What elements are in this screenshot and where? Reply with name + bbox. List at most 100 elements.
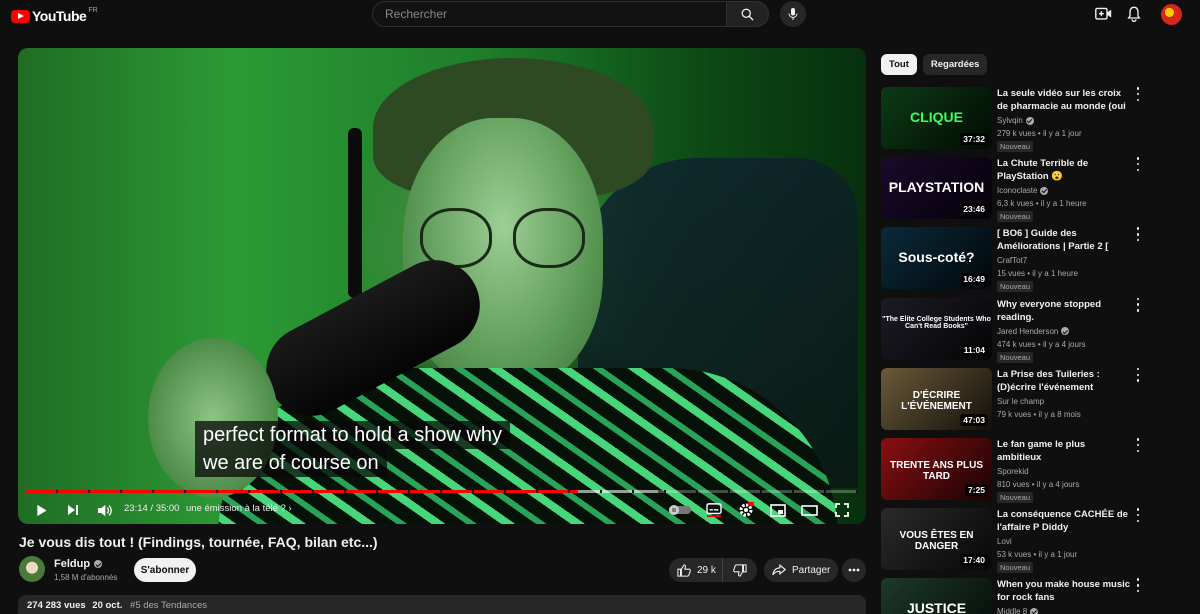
- recommendation-item[interactable]: D'ÉCRIRE L'ÉVÉNEMENT 47:03 La Prise des Tu…: [881, 367, 1191, 432]
- video-duration: 17:40: [960, 554, 988, 567]
- thumbnail-text: CLIQUE: [910, 109, 963, 125]
- captions: perfect format to hold a show why we are…: [195, 421, 511, 477]
- search-button[interactable]: [727, 1, 769, 27]
- video-frame-glasses: [513, 208, 585, 268]
- subscribe-button[interactable]: S'abonner: [134, 558, 196, 582]
- next-button[interactable]: [63, 500, 83, 520]
- settings-button[interactable]: [736, 500, 756, 520]
- microphone-icon: [788, 8, 798, 20]
- share-label: Partager: [792, 564, 831, 576]
- more-horizontal-icon: [848, 568, 860, 572]
- video-thumbnail[interactable]: "The Elite College Students Who Can't Re…: [881, 297, 992, 360]
- volume-button[interactable]: [94, 500, 114, 520]
- chapter-markers: [26, 490, 858, 493]
- recommendation-item[interactable]: Sous-coté? 16:49 [ BO6 ] Guide des Amélior…: [881, 227, 1191, 293]
- video-thumbnail[interactable]: Sous-coté? 16:49: [881, 227, 992, 290]
- search-input[interactable]: [385, 7, 727, 21]
- recommendation-title[interactable]: La conséquence CACHÉE de l'affaire P Did…: [997, 508, 1132, 534]
- recommendation-channel[interactable]: Lovi: [997, 537, 1012, 546]
- recommendation-channel[interactable]: Jared Henderson: [997, 327, 1070, 336]
- recommendation-title[interactable]: [ BO6 ] Guide des Améliorations | Partie…: [997, 227, 1132, 253]
- fullscreen-button[interactable]: [832, 500, 852, 520]
- filter-chips: Tout Regardées: [881, 54, 988, 75]
- thumbnail-text: Sous-coté?: [898, 249, 975, 266]
- recommendation-title[interactable]: La seule vidéo sur les croix de pharmaci…: [997, 87, 1132, 113]
- video-thumbnail[interactable]: D'ÉCRIRE L'ÉVÉNEMENT 47:03: [881, 367, 992, 430]
- video-thumbnail[interactable]: TRENTE ANS PLUS TARD 7:25: [881, 438, 992, 500]
- recommendation-title[interactable]: Le fan game le plus ambitieux: [997, 438, 1132, 464]
- upload-date: 20 oct.: [92, 600, 123, 611]
- subtitles-button[interactable]: [704, 500, 724, 520]
- video-thumbnail[interactable]: CLIQUE 37:32: [881, 87, 992, 149]
- recommendation-title[interactable]: When you make house music for rock fans: [997, 578, 1132, 604]
- recommendation-meta: 474 k vues • il y a 4 jours: [997, 339, 1086, 349]
- recommendation-channel[interactable]: Sporekid: [997, 467, 1029, 476]
- account-avatar[interactable]: [1161, 4, 1182, 25]
- recommendation-item[interactable]: CLIQUE 37:32 La seule vidéo sur les croix …: [881, 87, 1191, 152]
- trending-tag[interactable]: #5 des Tendances: [130, 600, 207, 611]
- channel-name-text: Sylvqin: [997, 116, 1023, 125]
- thumbs-down-icon: [733, 563, 747, 577]
- more-vertical-icon[interactable]: [1134, 438, 1142, 452]
- video-player[interactable]: perfect format to hold a show why we are…: [18, 48, 866, 524]
- progress-bar[interactable]: [26, 490, 858, 493]
- verified-icon: [94, 560, 103, 568]
- recommendation-channel[interactable]: Sylvqin: [997, 116, 1034, 125]
- recommendation-channel[interactable]: Sur le champ: [997, 397, 1044, 406]
- channel-name-text: Sur le champ: [997, 396, 1045, 406]
- search-box[interactable]: [372, 1, 728, 27]
- recommendation-meta: 810 vues • il y a 4 jours: [997, 480, 1080, 489]
- channel-avatar[interactable]: [19, 556, 45, 582]
- theater-mode-button[interactable]: [799, 500, 819, 520]
- video-title: Je vous dis tout ! (Findings, tournée, F…: [19, 534, 378, 550]
- new-badge: Nouveau: [997, 492, 1034, 503]
- chip-all[interactable]: Tout: [881, 54, 917, 75]
- like-count: 29 k: [697, 564, 716, 576]
- recommendation-meta: 15 vues • il y a 1 heure: [997, 269, 1079, 279]
- video-thumbnail[interactable]: VOUS ÊTES EN DANGER 17:40: [881, 508, 992, 571]
- autoplay-toggle[interactable]: [669, 500, 691, 520]
- miniplayer-button[interactable]: [768, 500, 788, 520]
- create-button[interactable]: [1094, 5, 1112, 23]
- recommendation-item[interactable]: TRENTE ANS PLUS TARD 7:25 Le fan game le p…: [881, 438, 1191, 503]
- like-button[interactable]: 29 k: [669, 558, 723, 582]
- more-vertical-icon[interactable]: [1134, 297, 1142, 312]
- recommendation-title[interactable]: La Chute Terrible de PlayStation 😮: [997, 157, 1132, 183]
- video-thumbnail[interactable]: JUSTICE: [881, 578, 992, 614]
- channel-name[interactable]: Feldup: [54, 558, 103, 570]
- more-vertical-icon[interactable]: [1134, 87, 1142, 101]
- recommendation-item[interactable]: VOUS ÊTES EN DANGER 17:40 La conséquence C…: [881, 508, 1191, 574]
- recommendation-title[interactable]: Why everyone stopped reading.: [997, 298, 1132, 324]
- description-box[interactable]: 274 283 vues 20 oct. #5 des Tendances: [18, 595, 866, 614]
- share-button[interactable]: Partager: [764, 558, 838, 582]
- recommendation-channel[interactable]: Middle 8: [997, 607, 1039, 614]
- recommendation-item[interactable]: JUSTICE When you make house music for roc…: [881, 578, 1191, 614]
- dislike-button[interactable]: [723, 558, 757, 582]
- youtube-logo[interactable]: YouTube FR: [11, 7, 98, 24]
- logo-text: YouTube: [32, 8, 87, 24]
- chip-watched[interactable]: Regardées: [922, 54, 988, 75]
- fullscreen-icon: [835, 503, 849, 517]
- recommendation-title[interactable]: La Prise des Tuileries : (D)écrire l'évé…: [997, 368, 1132, 394]
- recommendation-item[interactable]: "The Elite College Students Who Can't Re…: [881, 297, 1191, 363]
- recommendation-item[interactable]: PLAYSTATION 23:46 La Chute Terrible de Pla…: [881, 157, 1191, 223]
- chevron-right-icon: ›: [288, 503, 292, 514]
- chapter-title[interactable]: une émission à la télé ? ›: [186, 503, 292, 514]
- more-vertical-icon[interactable]: [1134, 508, 1142, 523]
- more-actions-button[interactable]: [842, 558, 866, 582]
- more-vertical-icon[interactable]: [1134, 227, 1142, 242]
- thumbnail-text: JUSTICE: [906, 600, 967, 614]
- like-dislike-group: 29 k: [669, 558, 757, 582]
- more-vertical-icon[interactable]: [1134, 367, 1142, 382]
- notifications-button[interactable]: [1125, 5, 1143, 23]
- more-vertical-icon[interactable]: [1134, 578, 1142, 593]
- more-vertical-icon[interactable]: [1134, 157, 1142, 172]
- voice-search-button[interactable]: [780, 1, 806, 27]
- recommendation-channel[interactable]: Iconoclaste: [997, 186, 1049, 195]
- video-thumbnail[interactable]: PLAYSTATION 23:46: [881, 157, 992, 220]
- new-badge: Nouveau: [997, 141, 1034, 152]
- chapter-title-text: une émission à la télé ?: [186, 503, 286, 514]
- recommendation-channel[interactable]: CrafTot7: [997, 256, 1027, 265]
- bell-icon: [1127, 6, 1141, 22]
- play-button[interactable]: [32, 500, 52, 520]
